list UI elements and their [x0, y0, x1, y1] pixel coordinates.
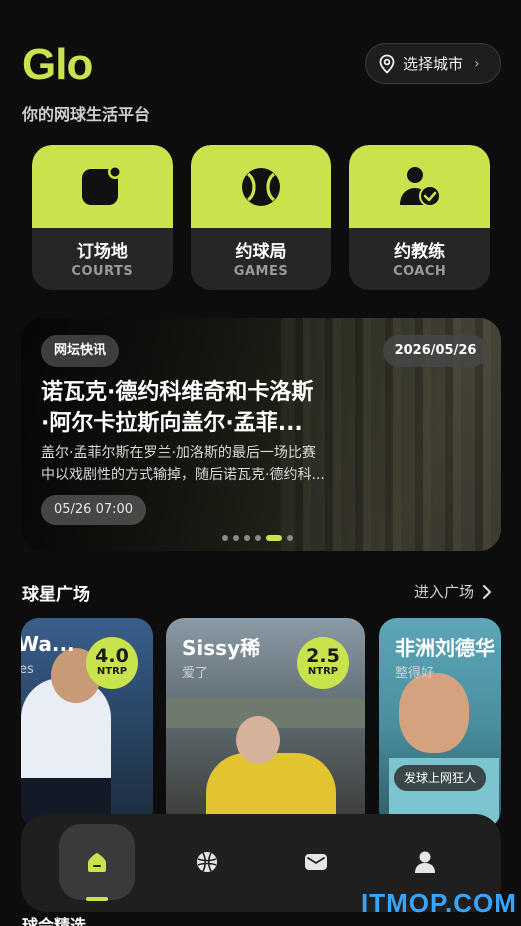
- tab-home[interactable]: [59, 824, 135, 900]
- ntrp-badge: 2.5 NTRP: [297, 637, 349, 689]
- news-summary: 盖尔·孟菲尔斯在罗兰·加洛斯的最后一场比赛 中以戏剧性的方式输掉，随后诺瓦克·德…: [41, 445, 325, 483]
- carousel-dot[interactable]: [244, 535, 250, 541]
- tab-explore[interactable]: [169, 824, 245, 900]
- ntrp-badge: 4.0 NTRP: [86, 637, 138, 689]
- service-cards: 订场地 COURTS 约球局 GAMES 约教练 COACH: [32, 145, 491, 290]
- carousel-dot[interactable]: [233, 535, 239, 541]
- service-card-title: 约教练: [394, 242, 446, 262]
- service-card-title: 约球局: [235, 242, 287, 262]
- service-card-subtitle: GAMES: [233, 264, 289, 279]
- service-card-courts[interactable]: 订场地 COURTS: [32, 145, 173, 290]
- service-card-subtitle: COACH: [393, 264, 447, 279]
- news-headline[interactable]: 诺瓦克·德约科维奇和卡洛斯 ·阿尔卡拉斯向盖尔·孟菲...: [41, 377, 361, 439]
- active-tab-indicator: [86, 897, 108, 901]
- service-card-subtitle: COURTS: [71, 264, 134, 279]
- chevron-right-icon: ›: [474, 55, 480, 72]
- star-tag: 发球上网狂人: [394, 765, 487, 791]
- court-icon: [82, 164, 123, 205]
- app-logo: Glo: [22, 40, 93, 89]
- chevron-right-icon: [483, 584, 492, 599]
- select-city-button[interactable]: 选择城市 ›: [365, 43, 501, 84]
- star-subtitle: es: [21, 662, 34, 677]
- watermark: ITMOP.COM: [361, 888, 517, 918]
- section-title-stars: 球星广场: [22, 585, 90, 605]
- section-title-clubs: 球会精选: [22, 916, 87, 926]
- service-card-title: 订场地: [76, 242, 128, 262]
- coach-icon: [399, 166, 441, 207]
- carousel-indicator[interactable]: [222, 535, 293, 541]
- news-category-badge: 网坛快讯: [41, 335, 120, 367]
- app-tagline: 你的网球生活平台: [22, 105, 151, 124]
- location-pin-icon: [379, 54, 395, 74]
- star-subtitle: 整得好: [395, 666, 435, 681]
- user-icon: [415, 851, 435, 873]
- home-icon: [88, 853, 106, 872]
- player-photo: [399, 673, 469, 753]
- star-subtitle: 爱了: [182, 666, 209, 681]
- carousel-dot[interactable]: [287, 535, 293, 541]
- star-name: Wa...: [21, 632, 75, 656]
- tab-messages[interactable]: [278, 824, 354, 900]
- news-date-badge: 2026/05/26: [383, 335, 488, 367]
- star-card[interactable]: 非洲刘德华 整得好: [379, 618, 501, 828]
- news-time: 05/26 07:00: [41, 495, 146, 525]
- carousel-dot[interactable]: [266, 535, 282, 541]
- service-card-coach[interactable]: 约教练 COACH: [349, 145, 491, 290]
- enter-plaza-link[interactable]: 进入广场: [414, 581, 492, 602]
- select-city-label: 选择城市: [403, 55, 464, 73]
- star-name: Sissy稀: [182, 636, 261, 660]
- mail-icon: [305, 854, 327, 870]
- star-name: 非洲刘德华: [395, 636, 495, 660]
- carousel-dot[interactable]: [222, 535, 228, 541]
- globe-icon: [197, 852, 217, 872]
- tennis-ball-icon: [242, 167, 280, 206]
- service-card-games[interactable]: 约球局 GAMES: [190, 145, 332, 290]
- carousel-dot[interactable]: [255, 535, 261, 541]
